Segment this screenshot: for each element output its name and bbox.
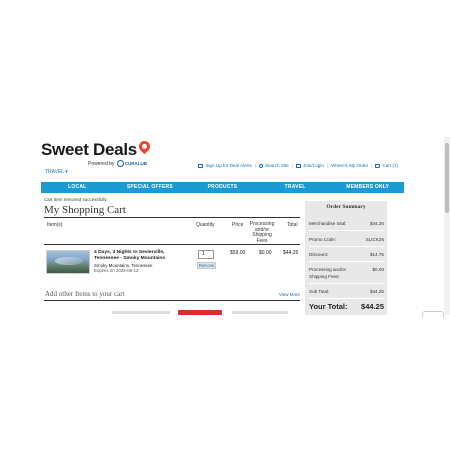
cart-icon: [375, 163, 381, 168]
powered-by: Powered by CURALUB: [88, 160, 150, 167]
summary-processing-row: Processing and/or Shipping Fees: $0.00: [309, 266, 386, 280]
add-other-heading: Add other Items to your cart: [45, 290, 125, 298]
cart-table-header: Item(s) Quantity Price Processing and/or…: [44, 217, 300, 245]
cart-link[interactable]: Cart (1): [382, 163, 398, 168]
summary-subtotal-row: Sub Total: $44.25: [309, 289, 386, 294]
summary-merchandise-label: Merchandise total:: [309, 221, 347, 226]
divider: [309, 261, 385, 262]
add-other-items-section: Add other Items to your cart View More: [44, 289, 300, 301]
item-thumbnail[interactable]: [46, 250, 90, 274]
summary-discount-label: Discount:: [309, 252, 329, 257]
summary-total-row: Your Total: $44.25: [309, 302, 386, 311]
travel-dropdown[interactable]: TRAVEL ▾: [45, 169, 68, 175]
order-summary-title: Order Summary: [326, 204, 366, 210]
quantity-input[interactable]: 1: [198, 250, 214, 259]
summary-promo-label: Promo Code:: [309, 237, 337, 242]
order-summary: Order Summary Merchandise total: $44.25 …: [305, 201, 387, 315]
main-nav: LOCAL SPECIAL OFFERS PRODUCTS TRAVEL MEM…: [41, 182, 404, 193]
header-total: Total: [287, 222, 298, 228]
summary-discount-value: $14.75: [369, 252, 384, 257]
scrollbar[interactable]: [444, 137, 450, 315]
curalub-logo-icon: [116, 160, 124, 167]
page-title: My Shopping Cart: [44, 204, 126, 216]
item-expiry: Expires on 2025-06-12: [94, 268, 139, 273]
top-links: Sign Up for Deal Alerts | Search Site | …: [198, 163, 398, 168]
envelope-icon: [198, 163, 204, 168]
summary-total-label: Your Total:: [309, 302, 348, 311]
page: Sweet Deals Powered by CURALUB Sign Up f…: [0, 137, 450, 315]
divider: |: [291, 163, 293, 168]
deal-alerts-link[interactable]: Sign Up for Deal Alerts: [205, 163, 251, 168]
divider: [309, 246, 385, 247]
header-processing: Processing and/or Shipping Fees: [249, 221, 275, 244]
lock-icon: [295, 163, 301, 168]
wheres-my-order-link[interactable]: Where's My Order: [331, 163, 368, 168]
summary-promo-value: SLICK25: [365, 237, 384, 242]
recommendation-button[interactable]: [178, 310, 222, 315]
summary-discount-row: Discount: $14.75: [309, 252, 386, 257]
site-logo[interactable]: Sweet Deals Powered by CURALUB: [41, 138, 153, 167]
summary-merchandise-row: Merchandise total: $44.25: [309, 221, 386, 226]
item-total: $44.25: [283, 250, 299, 256]
header-quantity: Quantity: [196, 222, 215, 228]
divider: |: [254, 163, 256, 168]
scrollbar-thumb[interactable]: [445, 143, 449, 213]
nav-item-products[interactable]: PRODUCTS: [186, 182, 259, 193]
search-icon: [258, 163, 263, 168]
chat-widget-tab[interactable]: [422, 311, 444, 317]
view-more-link[interactable]: View More: [279, 292, 300, 297]
summary-subtotal-value: $44.25: [369, 289, 384, 294]
divider: [309, 298, 385, 299]
summary-promo-row: Promo Code: SLICK25: [309, 237, 386, 242]
nav-item-members-only[interactable]: MEMBERS ONLY: [331, 182, 404, 193]
divider: [309, 230, 385, 231]
item-price: $59.00: [230, 250, 246, 256]
recommendation-text-placeholder: [232, 311, 288, 314]
divider: |: [326, 163, 329, 168]
item-processing-fee: $0.00: [259, 250, 272, 256]
brand-name: Sweet Deals: [41, 140, 137, 159]
powered-brand: CURALUB: [124, 161, 148, 166]
nav-item-travel[interactable]: TRAVEL: [259, 182, 332, 193]
divider: [309, 283, 385, 284]
join-login-link[interactable]: Join/Login: [303, 163, 324, 168]
cart-item-row: 4 Days, 3 Nights In Sevierville, Tenness…: [44, 247, 300, 277]
powered-by-label: Powered by: [88, 161, 115, 167]
item-title[interactable]: 4 Days, 3 Nights In Sevierville, Tenness…: [94, 250, 189, 261]
nav-item-local[interactable]: LOCAL: [41, 182, 114, 193]
search-site-link[interactable]: Search Site: [265, 163, 289, 168]
location-pin-icon: [136, 138, 153, 155]
status-message: Cart Item removed successfully.: [44, 197, 108, 202]
summary-processing-value: $0.00: [372, 267, 385, 272]
recommendation-text-placeholder: [112, 311, 170, 314]
remove-button[interactable]: Remove: [197, 262, 216, 269]
summary-subtotal-label: Sub Total:: [309, 289, 330, 294]
summary-total-value: $44.25: [361, 302, 384, 311]
summary-processing-label: Processing and/or Shipping Fees:: [309, 267, 347, 279]
header-items: Item(s): [47, 222, 63, 228]
divider: |: [371, 163, 373, 168]
recommendations-strip: [44, 310, 300, 315]
nav-item-special-offers[interactable]: SPECIAL OFFERS: [114, 182, 187, 193]
header-price: Price: [232, 222, 244, 228]
summary-merchandise-value: $44.25: [369, 221, 384, 226]
